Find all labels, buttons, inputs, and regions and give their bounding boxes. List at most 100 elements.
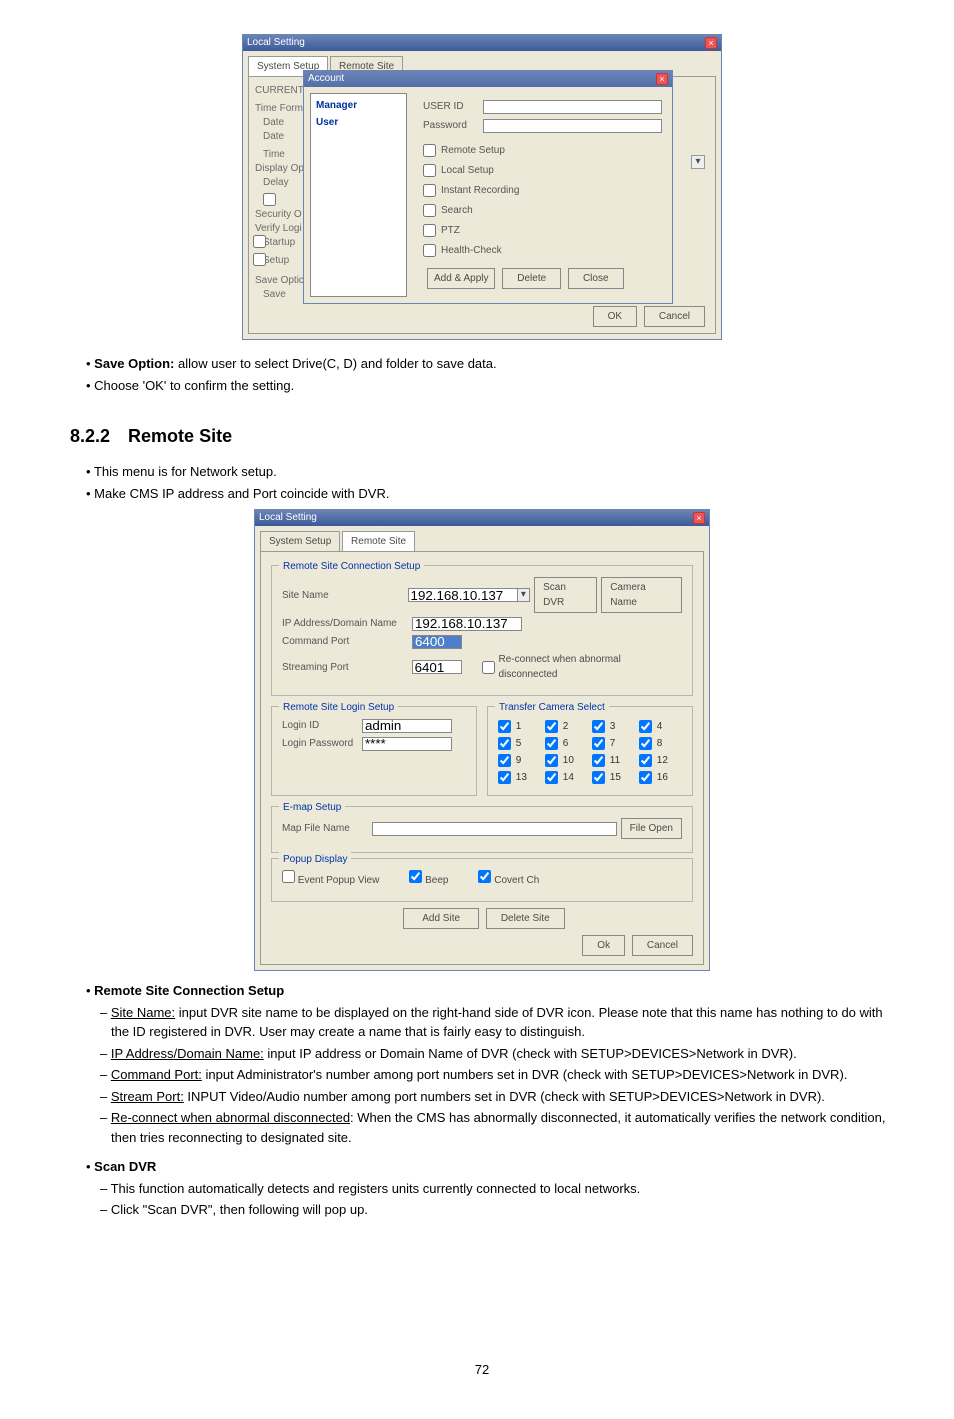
file-open-button[interactable]: File Open bbox=[621, 818, 682, 839]
cam-5-checkbox[interactable] bbox=[498, 737, 511, 750]
camera-checkbox-1[interactable]: 1 bbox=[498, 719, 541, 734]
tab-system-setup-2[interactable]: System Setup bbox=[260, 531, 340, 551]
tab-remote-site-2[interactable]: Remote Site bbox=[342, 531, 415, 551]
list-item-user[interactable]: User bbox=[314, 114, 403, 131]
chevron-down-icon[interactable]: ▾ bbox=[517, 588, 531, 602]
cam-9-checkbox[interactable] bbox=[498, 754, 511, 767]
close-button[interactable]: Close bbox=[568, 268, 624, 289]
chevron-down-icon[interactable]: ▾ bbox=[691, 155, 705, 169]
scan-dvr-button[interactable]: Scan DVR bbox=[534, 577, 597, 613]
account-dialog: Account × Manager User USER ID Password bbox=[303, 70, 673, 304]
cam-15-checkbox[interactable] bbox=[592, 771, 605, 784]
login-pw-label: Login Password bbox=[282, 736, 362, 751]
ok-button-2[interactable]: Ok bbox=[582, 935, 625, 956]
add-site-button[interactable]: Add Site bbox=[403, 908, 479, 929]
cam-16-checkbox[interactable] bbox=[639, 771, 652, 784]
time-label: Time bbox=[263, 147, 285, 162]
setup-checkbox[interactable] bbox=[253, 253, 266, 266]
cam-3-checkbox[interactable] bbox=[592, 720, 605, 733]
camera-checkbox-3[interactable]: 3 bbox=[592, 719, 635, 734]
display-op-label: Display Op bbox=[255, 161, 304, 176]
camera-checkbox-5[interactable]: 5 bbox=[498, 736, 541, 751]
startup-checkbox[interactable] bbox=[253, 235, 266, 248]
instant-recording-checkbox[interactable] bbox=[423, 184, 436, 197]
password-label: Password bbox=[423, 118, 483, 133]
cam-14-checkbox[interactable] bbox=[545, 771, 558, 784]
local-setting-window: Local Setting × System Setup Remote Site… bbox=[242, 34, 722, 340]
close-icon[interactable]: × bbox=[693, 512, 705, 524]
site-name-input[interactable] bbox=[408, 588, 518, 602]
add-apply-button[interactable]: Add & Apply bbox=[427, 268, 495, 289]
cam-8-checkbox[interactable] bbox=[639, 737, 652, 750]
stream-desc: Stream Port: INPUT Video/Audio number am… bbox=[100, 1087, 894, 1107]
cam-7-checkbox[interactable] bbox=[592, 737, 605, 750]
camera-checkbox-6[interactable]: 6 bbox=[545, 736, 588, 751]
camera-checkbox-9[interactable]: 9 bbox=[498, 753, 541, 768]
cmd-port-input[interactable] bbox=[412, 635, 462, 649]
cam-13-checkbox[interactable] bbox=[498, 771, 511, 784]
camera-grid: 1 2 3 4 5 6 7 8 9 10 11 12 13 14 15 16 bbox=[498, 719, 682, 785]
unlabeled-checkbox-1[interactable] bbox=[263, 193, 276, 206]
cam-4-checkbox[interactable] bbox=[639, 720, 652, 733]
time-form-label: Time Form bbox=[255, 101, 303, 116]
close-icon[interactable]: × bbox=[656, 73, 668, 85]
cam-2-checkbox[interactable] bbox=[545, 720, 558, 733]
local-setup-checkbox[interactable] bbox=[423, 164, 436, 177]
ip-input[interactable] bbox=[412, 617, 522, 631]
health-check-checkbox[interactable] bbox=[423, 244, 436, 257]
user-id-input[interactable] bbox=[483, 100, 662, 114]
camera-checkbox-14[interactable]: 14 bbox=[545, 770, 588, 785]
cam-10-checkbox[interactable] bbox=[545, 754, 558, 767]
remote-conn-head: Remote Site Connection Setup bbox=[86, 981, 894, 1001]
login-id-input[interactable] bbox=[362, 719, 452, 733]
covert-checkbox[interactable] bbox=[478, 870, 491, 883]
cam-1-checkbox[interactable] bbox=[498, 720, 511, 733]
event-popup-checkbox[interactable] bbox=[282, 870, 295, 883]
camera-checkbox-12[interactable]: 12 bbox=[639, 753, 682, 768]
reconnect-checkbox[interactable] bbox=[482, 661, 495, 674]
camera-checkbox-16[interactable]: 16 bbox=[639, 770, 682, 785]
ptz-checkbox[interactable] bbox=[423, 224, 436, 237]
camera-checkbox-11[interactable]: 11 bbox=[592, 753, 635, 768]
stream-port-input[interactable] bbox=[412, 660, 462, 674]
account-dialog-screenshot: Local Setting × System Setup Remote Site… bbox=[70, 34, 894, 340]
bullet-save-option: Save Option: allow user to select Drive(… bbox=[86, 354, 894, 374]
site-name-desc: Site Name: input DVR site name to be dis… bbox=[100, 1003, 894, 1042]
save-opti-label: Save Optic bbox=[255, 273, 304, 288]
map-file-input[interactable] bbox=[372, 822, 617, 836]
account-list[interactable]: Manager User bbox=[310, 93, 407, 297]
cancel-button[interactable]: Cancel bbox=[644, 306, 705, 327]
ok-button[interactable]: OK bbox=[593, 306, 637, 327]
account-body: Manager User USER ID Password Remote Set… bbox=[304, 87, 672, 303]
window-title: Local Setting bbox=[247, 35, 305, 51]
current-label: CURRENT bbox=[255, 83, 304, 98]
close-icon[interactable]: × bbox=[705, 37, 717, 49]
date2-label: Date bbox=[263, 129, 284, 144]
camera-checkbox-2[interactable]: 2 bbox=[545, 719, 588, 734]
remote-setup-checkbox[interactable] bbox=[423, 144, 436, 157]
camera-checkbox-8[interactable]: 8 bbox=[639, 736, 682, 751]
emap-fieldset: E-map Setup Map File Name File Open bbox=[271, 806, 693, 853]
beep-checkbox[interactable] bbox=[409, 870, 422, 883]
cam-6-checkbox[interactable] bbox=[545, 737, 558, 750]
search-checkbox[interactable] bbox=[423, 204, 436, 217]
camera-name-button[interactable]: Camera Name bbox=[601, 577, 682, 613]
camera-checkbox-13[interactable]: 13 bbox=[498, 770, 541, 785]
camera-checkbox-10[interactable]: 10 bbox=[545, 753, 588, 768]
camera-checkbox-7[interactable]: 7 bbox=[592, 736, 635, 751]
list-item-manager[interactable]: Manager bbox=[314, 97, 403, 114]
delete-site-button[interactable]: Delete Site bbox=[486, 908, 565, 929]
instant-recording-label: Instant Recording bbox=[441, 185, 519, 196]
cancel-button-2[interactable]: Cancel bbox=[632, 935, 693, 956]
camera-checkbox-4[interactable]: 4 bbox=[639, 719, 682, 734]
delete-button[interactable]: Delete bbox=[502, 268, 561, 289]
scan-b2: Click "Scan DVR", then following will po… bbox=[100, 1200, 894, 1220]
cam-11-checkbox[interactable] bbox=[592, 754, 605, 767]
cam-12-checkbox[interactable] bbox=[639, 754, 652, 767]
login-pw-input[interactable] bbox=[362, 737, 452, 751]
local-setting-window-2: Local Setting × System Setup Remote Site… bbox=[254, 509, 710, 971]
camera-checkbox-15[interactable]: 15 bbox=[592, 770, 635, 785]
stream-port-label: Streaming Port bbox=[282, 660, 412, 675]
password-input[interactable] bbox=[483, 119, 662, 133]
user-id-label: USER ID bbox=[423, 99, 483, 114]
